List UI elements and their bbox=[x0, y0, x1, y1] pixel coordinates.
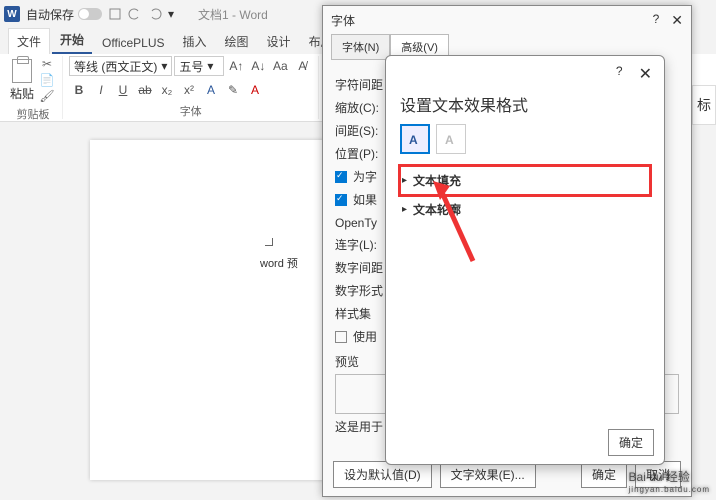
document-page[interactable]: word 预 bbox=[90, 140, 360, 480]
cut-icon[interactable]: ✂ bbox=[38, 56, 56, 72]
tab-draw[interactable]: 绘图 bbox=[217, 29, 257, 54]
save-icon[interactable] bbox=[108, 7, 122, 21]
snap-label: 如果 bbox=[353, 191, 377, 208]
ok-button[interactable]: 确定 bbox=[608, 429, 654, 456]
context-checkbox[interactable] bbox=[335, 331, 347, 343]
highlight-icon[interactable]: ✎ bbox=[223, 80, 243, 100]
watermark: Bai du 经验 jingyan.baidu.com bbox=[629, 468, 710, 494]
font-group-label: 字体 bbox=[69, 101, 312, 119]
document-title: 文档1 - Word bbox=[198, 6, 268, 23]
help-icon[interactable]: ? bbox=[653, 12, 660, 29]
snap-checkbox[interactable] bbox=[335, 194, 347, 206]
font-group: 等线 (西文正文)▾ 五号▾ A↑ A↓ Aa A̸ B I U ab x₂ x… bbox=[63, 56, 319, 119]
shrink-font-icon[interactable]: A↓ bbox=[248, 56, 268, 76]
chevron-right-icon: ▸ bbox=[402, 204, 407, 215]
text-outline-label: 文本轮廓 bbox=[413, 201, 461, 218]
scale-label: 缩放(C): bbox=[335, 99, 385, 116]
chevron-down-icon: ▾ bbox=[207, 59, 213, 73]
copy-icon[interactable]: 📄 bbox=[38, 72, 56, 88]
clipboard-group-label: 剪贴板 bbox=[10, 104, 56, 122]
text-cursor-icon bbox=[265, 238, 273, 246]
text-effects-button[interactable]: 文字效果(E)... bbox=[440, 461, 536, 488]
redo-icon[interactable] bbox=[148, 7, 162, 21]
toggle-switch-icon[interactable] bbox=[78, 8, 102, 20]
watermark-sub: jingyan.baidu.com bbox=[629, 485, 710, 494]
tab-officeplus[interactable]: OfficePLUS bbox=[94, 32, 172, 54]
font-size-select[interactable]: 五号▾ bbox=[174, 56, 224, 76]
help-icon[interactable]: ? bbox=[616, 64, 623, 84]
format-painter-icon[interactable]: 🖌 bbox=[38, 88, 56, 104]
set-default-button[interactable]: 设为默认值(D) bbox=[333, 461, 432, 488]
text-effect-dialog: ? ✕ 设置文本效果格式 A A ▸ 文本填充 ▸ 文本轮廓 确定 bbox=[385, 55, 665, 465]
font-dialog-title: 字体 bbox=[331, 12, 355, 29]
tab-home[interactable]: 开始 bbox=[52, 27, 92, 54]
watermark-main: Bai du 经验 bbox=[629, 470, 690, 484]
text-effects-icon[interactable]: A bbox=[201, 80, 221, 100]
autosave-label: 自动保存 bbox=[26, 6, 74, 23]
kerning-checkbox[interactable] bbox=[335, 171, 347, 183]
kerning-label: 为字 bbox=[353, 168, 377, 185]
font-dialog-titlebar: 字体 ? ✕ bbox=[323, 6, 691, 34]
position-label: 位置(P): bbox=[335, 145, 385, 162]
italic-button[interactable]: I bbox=[91, 80, 111, 100]
bold-button[interactable]: B bbox=[69, 80, 89, 100]
autosave-toggle[interactable]: 自动保存 bbox=[26, 6, 102, 23]
chevron-right-icon: ▸ bbox=[402, 175, 407, 186]
svg-text:A: A bbox=[445, 133, 454, 147]
tab-font[interactable]: 字体(N) bbox=[331, 34, 390, 60]
text-outline-section[interactable]: ▸ 文本轮廓 bbox=[400, 195, 650, 224]
text-effect-title: 设置文本效果格式 bbox=[386, 92, 664, 116]
word-app-icon: W bbox=[4, 6, 20, 22]
paste-icon[interactable] bbox=[12, 59, 32, 83]
superscript-button[interactable]: x² bbox=[179, 80, 199, 100]
undo-icon[interactable] bbox=[128, 7, 142, 21]
grow-font-icon[interactable]: A↑ bbox=[226, 56, 246, 76]
text-fill-section[interactable]: ▸ 文本填充 bbox=[400, 166, 650, 195]
ok-button[interactable]: 确定 bbox=[581, 461, 627, 488]
document-text: word 预 bbox=[260, 255, 298, 271]
strike-button[interactable]: ab bbox=[135, 80, 155, 100]
underline-button[interactable]: U bbox=[113, 80, 133, 100]
chevron-down-icon: ▾ bbox=[161, 59, 167, 73]
numform-label: 数字形式 bbox=[335, 282, 385, 299]
paste-label: 粘贴 bbox=[10, 85, 34, 102]
tab-design[interactable]: 设计 bbox=[259, 29, 299, 54]
context-label: 使用 bbox=[353, 328, 377, 345]
tab-file[interactable]: 文件 bbox=[8, 28, 50, 54]
font-color-icon[interactable]: A bbox=[245, 80, 265, 100]
clipboard-group: 粘贴 ✂ 📄 🖌 剪贴板 bbox=[4, 56, 63, 119]
change-case-icon[interactable]: Aa bbox=[270, 56, 290, 76]
text-effects-icon[interactable]: A bbox=[436, 124, 466, 154]
text-fill-label: 文本填充 bbox=[413, 172, 461, 189]
text-fill-outline-icon[interactable]: A bbox=[400, 124, 430, 154]
numspacing-label: 数字间距 bbox=[335, 259, 385, 276]
ligature-label: 连字(L): bbox=[335, 236, 385, 253]
dropdown-icon[interactable]: ▾ bbox=[168, 7, 182, 21]
tab-insert[interactable]: 插入 bbox=[175, 29, 215, 54]
styleset-label: 样式集 bbox=[335, 305, 385, 322]
subscript-button[interactable]: x₂ bbox=[157, 80, 177, 100]
side-panel-tab[interactable]: 标 bbox=[692, 85, 716, 125]
font-family-select[interactable]: 等线 (西文正文)▾ bbox=[69, 56, 172, 76]
close-icon[interactable]: ✕ bbox=[639, 64, 652, 84]
spacing-label: 间距(S): bbox=[335, 122, 385, 139]
clear-format-icon[interactable]: A̸ bbox=[292, 56, 312, 76]
close-icon[interactable]: ✕ bbox=[671, 12, 683, 29]
svg-text:A: A bbox=[409, 133, 418, 147]
